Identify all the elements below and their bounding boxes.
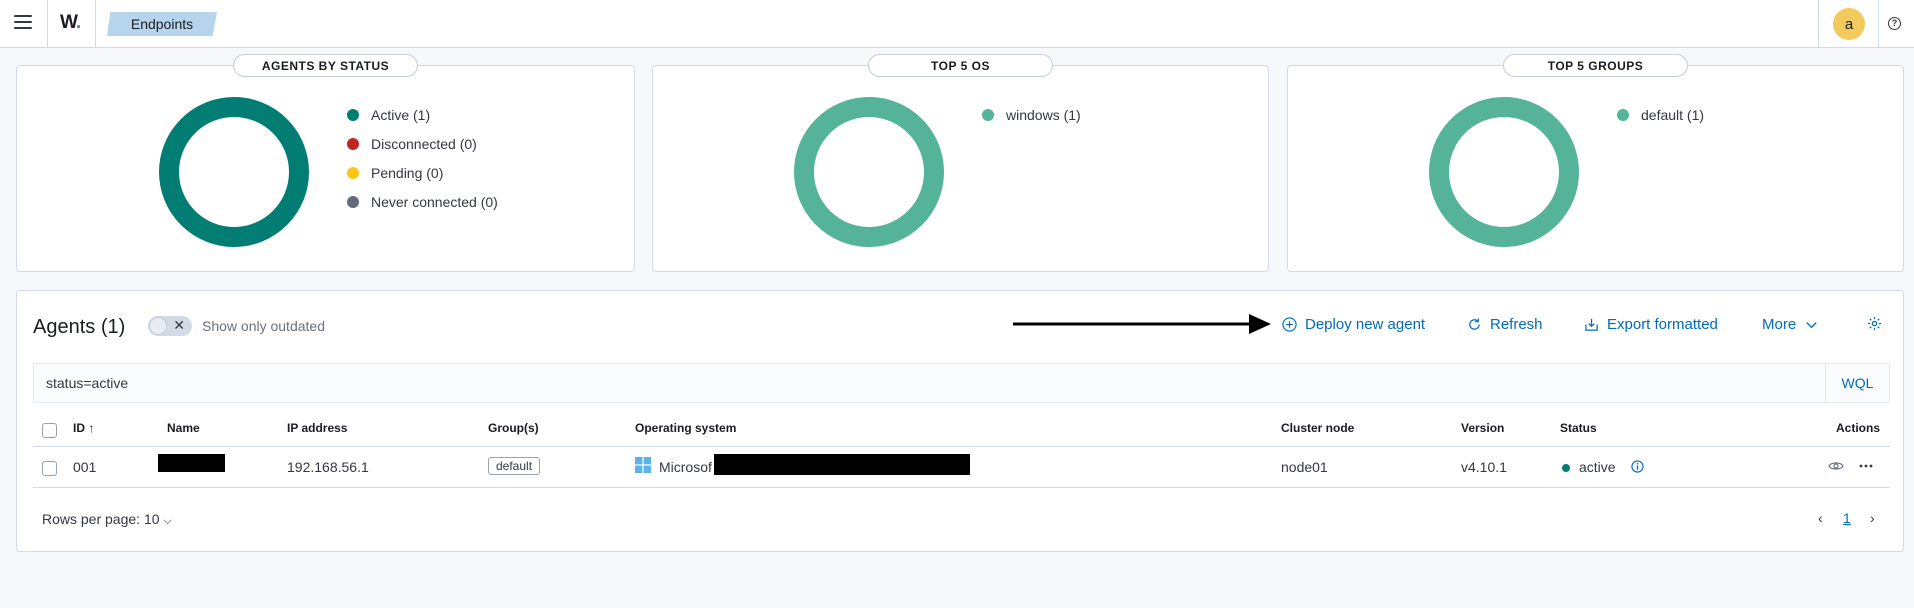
divider	[1878, 0, 1879, 48]
card-title: TOP 5 OS	[868, 54, 1053, 77]
user-avatar[interactable]: a	[1833, 8, 1865, 40]
legend-dot-icon	[347, 195, 359, 208]
status-donut-chart	[159, 97, 309, 247]
status-legend: Active (1) Disconnected (0) Pending (0) …	[347, 100, 498, 216]
gear-icon	[1867, 316, 1882, 331]
redacted-os	[714, 454, 970, 475]
legend-dot-icon	[1617, 108, 1629, 121]
windows-icon	[635, 457, 651, 473]
legend-dot-icon	[982, 108, 994, 121]
page-button-current[interactable]: 1	[1843, 510, 1851, 526]
column-header-os[interactable]: Operating system	[635, 421, 736, 435]
top-bar: W. Endpoints a ?	[0, 0, 1914, 48]
legend-item-pending[interactable]: Pending (0)	[347, 158, 498, 187]
column-header-groups[interactable]: Group(s)	[488, 421, 539, 435]
card-title: TOP 5 GROUPS	[1503, 54, 1688, 77]
select-all-checkbox[interactable]	[42, 423, 57, 438]
group-badge[interactable]: default	[488, 457, 541, 475]
toggle-knob	[149, 317, 167, 335]
legend-item-disconnected[interactable]: Disconnected (0)	[347, 129, 498, 158]
legend-item-default[interactable]: default (1)	[1617, 100, 1704, 129]
divider	[1818, 0, 1819, 48]
rows-per-page-selector[interactable]: Rows per page: 10 ⌵	[42, 511, 172, 528]
prev-page-icon[interactable]: ‹	[1818, 510, 1823, 526]
donut-ring-default	[1429, 97, 1579, 247]
more-actions-icon[interactable]	[1858, 459, 1874, 473]
column-header-ip[interactable]: IP address	[287, 421, 347, 435]
outdated-toggle[interactable]: ✕	[148, 316, 192, 336]
agent-cluster-node: node01	[1281, 459, 1328, 475]
export-icon	[1585, 318, 1598, 331]
agent-os: Microsof	[659, 459, 712, 475]
top-os-card	[652, 65, 1269, 272]
close-icon: ✕	[173, 317, 185, 333]
column-header-cluster[interactable]: Cluster node	[1281, 421, 1354, 435]
refresh-button[interactable]: Refresh	[1467, 316, 1543, 333]
groups-legend: default (1)	[1617, 100, 1704, 129]
column-header-actions: Actions	[1836, 421, 1881, 435]
info-icon[interactable]	[1631, 460, 1644, 473]
plus-circle-icon	[1282, 317, 1297, 332]
groups-donut-chart	[1429, 97, 1579, 247]
legend-dot-icon	[347, 166, 359, 179]
divider	[95, 0, 96, 48]
donut-ring-active	[159, 97, 309, 247]
export-formatted-button[interactable]: Export formatted	[1584, 316, 1718, 333]
os-donut-chart	[794, 97, 944, 247]
legend-dot-icon	[347, 108, 359, 121]
status-dot-icon	[1562, 464, 1570, 472]
help-icon[interactable]: ?	[1888, 17, 1901, 30]
agent-status: active	[1579, 459, 1616, 475]
hamburger-menu-icon[interactable]	[14, 15, 32, 29]
agents-title: Agents (1)	[33, 316, 126, 338]
legend-item-never-connected[interactable]: Never connected (0)	[347, 187, 498, 216]
agent-id: 001	[73, 459, 97, 475]
arrow-right-icon	[1013, 314, 1271, 334]
column-header-version[interactable]: Version	[1461, 421, 1504, 435]
app-logo[interactable]: W.	[60, 12, 81, 34]
card-title: AGENTS BY STATUS	[233, 54, 418, 77]
column-header-id[interactable]: ID ↑	[73, 421, 94, 435]
divider	[47, 0, 48, 48]
chevron-down-icon: ⌵	[163, 515, 172, 527]
next-page-icon[interactable]: ›	[1870, 510, 1875, 526]
settings-button[interactable]	[1867, 316, 1882, 331]
legend-dot-icon	[347, 137, 359, 150]
redacted-name	[158, 454, 225, 472]
agents-by-status-card	[16, 65, 635, 272]
legend-item-windows[interactable]: windows (1)	[982, 100, 1081, 129]
search-input[interactable]	[34, 364, 1854, 402]
top-groups-card	[1287, 65, 1904, 272]
column-header-status[interactable]: Status	[1560, 421, 1597, 435]
table-row-border	[33, 487, 1890, 488]
wql-button[interactable]: WQL	[1825, 364, 1889, 402]
column-header-name[interactable]: Name	[167, 421, 200, 435]
chevron-down-icon	[1806, 322, 1817, 329]
more-dropdown-button[interactable]: More	[1762, 316, 1819, 333]
agents-panel: Agents (1) ✕ Show only outdated Deploy n…	[16, 290, 1904, 552]
search-bar: WQL	[33, 363, 1890, 403]
outdated-toggle-label: Show only outdated	[202, 318, 325, 334]
agent-ip: 192.168.56.1	[287, 459, 369, 475]
row-checkbox[interactable]	[42, 461, 57, 476]
table-header-border	[33, 446, 1890, 447]
breadcrumb-endpoints[interactable]: Endpoints	[107, 12, 217, 36]
os-legend: windows (1)	[982, 100, 1081, 129]
refresh-icon	[1469, 318, 1480, 330]
agent-version: v4.10.1	[1461, 459, 1507, 475]
legend-item-active[interactable]: Active (1)	[347, 100, 498, 129]
deploy-new-agent-button[interactable]: Deploy new agent	[1282, 316, 1425, 333]
donut-ring-windows	[794, 97, 944, 247]
eye-icon[interactable]	[1828, 459, 1844, 473]
